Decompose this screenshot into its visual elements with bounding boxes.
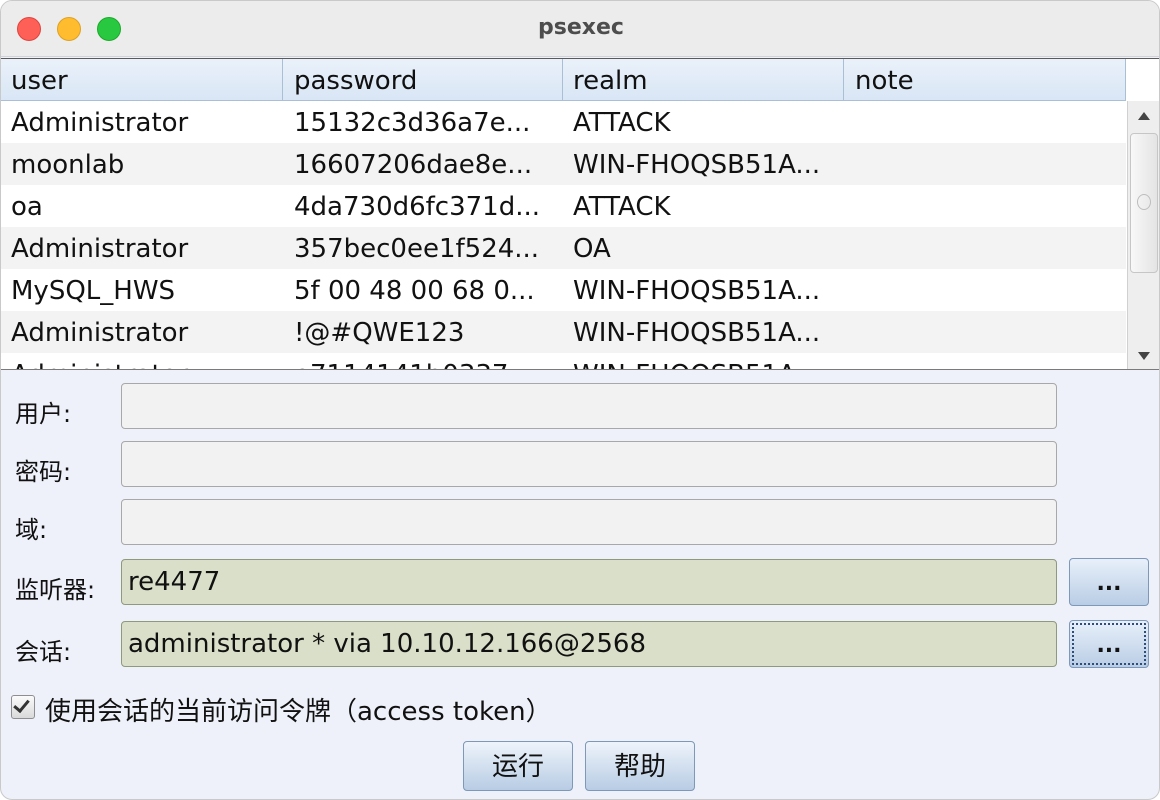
column-header-password[interactable]: password <box>284 59 563 101</box>
cell-password: !@#QWE123 <box>294 318 465 348</box>
table-vertical-scrollbar[interactable] <box>1127 101 1159 369</box>
cell-user: moonlab <box>11 150 125 180</box>
password-field[interactable] <box>121 441 1057 487</box>
scrollbar-thumb[interactable] <box>1130 133 1158 273</box>
table-row[interactable]: Administrator e7114141b0337... WIN-FHOQS… <box>1 353 1126 369</box>
cell-realm: WIN-FHOQSB51A... <box>563 353 844 369</box>
domain-field[interactable] <box>121 499 1057 545</box>
cell-note <box>845 311 1126 353</box>
cell-realm: ATTACK <box>573 192 671 222</box>
use-token-label[interactable]: 使用会话的当前访问令牌（access token） <box>45 691 552 728</box>
cell-realm: ATTACK <box>573 108 671 138</box>
scroll-up-button[interactable] <box>1128 101 1159 131</box>
password-label: 密码: <box>15 458 72 486</box>
listener-field[interactable]: re4477 <box>121 559 1057 605</box>
cell-note <box>845 143 1126 185</box>
cell-user: Administrator <box>11 234 189 264</box>
session-browse-button[interactable]: ... <box>1069 620 1149 668</box>
session-label: 会话: <box>15 638 72 666</box>
cell-user: oa <box>11 192 43 222</box>
table-row[interactable]: oa 4da730d6fc371d... ATTACK <box>1 185 1126 227</box>
user-field[interactable] <box>121 383 1057 429</box>
cell-realm: OA <box>573 234 611 264</box>
cell-password: 5f 00 48 00 68 0... <box>294 276 535 306</box>
cell-note <box>845 227 1126 269</box>
table-row[interactable]: Administrator !@#QWE123 WIN-FHOQSB51A... <box>1 311 1126 353</box>
run-button[interactable]: 运行 <box>463 741 573 791</box>
cell-note <box>845 185 1126 227</box>
cell-password: 4da730d6fc371d... <box>294 192 541 222</box>
cell-note <box>845 101 1126 143</box>
column-header-user[interactable]: user <box>1 59 283 101</box>
table-row[interactable]: Administrator 357bec0ee1f524... OA <box>1 227 1126 269</box>
listener-browse-button[interactable]: ... <box>1069 558 1149 606</box>
table-row[interactable]: MySQL_HWS 5f 00 48 00 68 0... WIN-FHOQSB… <box>1 269 1126 311</box>
table-row[interactable]: Administrator 15132c3d36a7e... ATTACK <box>1 101 1126 143</box>
cell-password: 15132c3d36a7e... <box>294 108 531 138</box>
table-row[interactable]: moonlab 16607206dae8e... WIN-FHOQSB51A..… <box>1 143 1126 185</box>
cell-realm: WIN-FHOQSB51A... <box>573 150 821 180</box>
triangle-down-icon <box>1138 352 1150 360</box>
session-field[interactable]: administrator * via 10.10.12.166@2568 <box>121 621 1057 667</box>
column-header-note[interactable]: note <box>845 59 1126 101</box>
domain-label: 域: <box>15 516 48 544</box>
window-title: psexec <box>538 15 624 40</box>
triangle-up-icon <box>1138 112 1150 120</box>
cell-note <box>845 269 1126 311</box>
listener-label: 监听器: <box>15 576 96 604</box>
cell-user: Administrator <box>1 353 283 369</box>
cell-user: Administrator <box>11 318 189 348</box>
help-button[interactable]: 帮助 <box>585 741 695 791</box>
psexec-dialog: psexec user password realm note Administ… <box>0 0 1160 800</box>
cell-note <box>845 353 1126 369</box>
column-header-realm[interactable]: realm <box>563 59 844 101</box>
scroll-down-button[interactable] <box>1128 341 1159 369</box>
cell-password: e7114141b0337... <box>284 353 563 369</box>
use-token-checkbox[interactable] <box>11 695 35 719</box>
table-header: user password realm note <box>1 59 1126 101</box>
cell-realm: WIN-FHOQSB51A... <box>573 276 821 306</box>
grip-icon <box>1137 194 1151 210</box>
cell-password: 16607206dae8e... <box>294 150 533 180</box>
table-body: Administrator 15132c3d36a7e... ATTACK mo… <box>1 101 1126 369</box>
cell-user: MySQL_HWS <box>11 276 176 306</box>
cell-password: 357bec0ee1f524... <box>294 234 540 264</box>
cell-realm: WIN-FHOQSB51A... <box>573 318 821 348</box>
user-label: 用户: <box>15 400 72 428</box>
credentials-table: user password realm note Administrator 1… <box>1 58 1159 370</box>
cell-user: Administrator <box>11 108 189 138</box>
title-bar: psexec <box>1 1 1159 57</box>
check-icon <box>13 695 30 714</box>
